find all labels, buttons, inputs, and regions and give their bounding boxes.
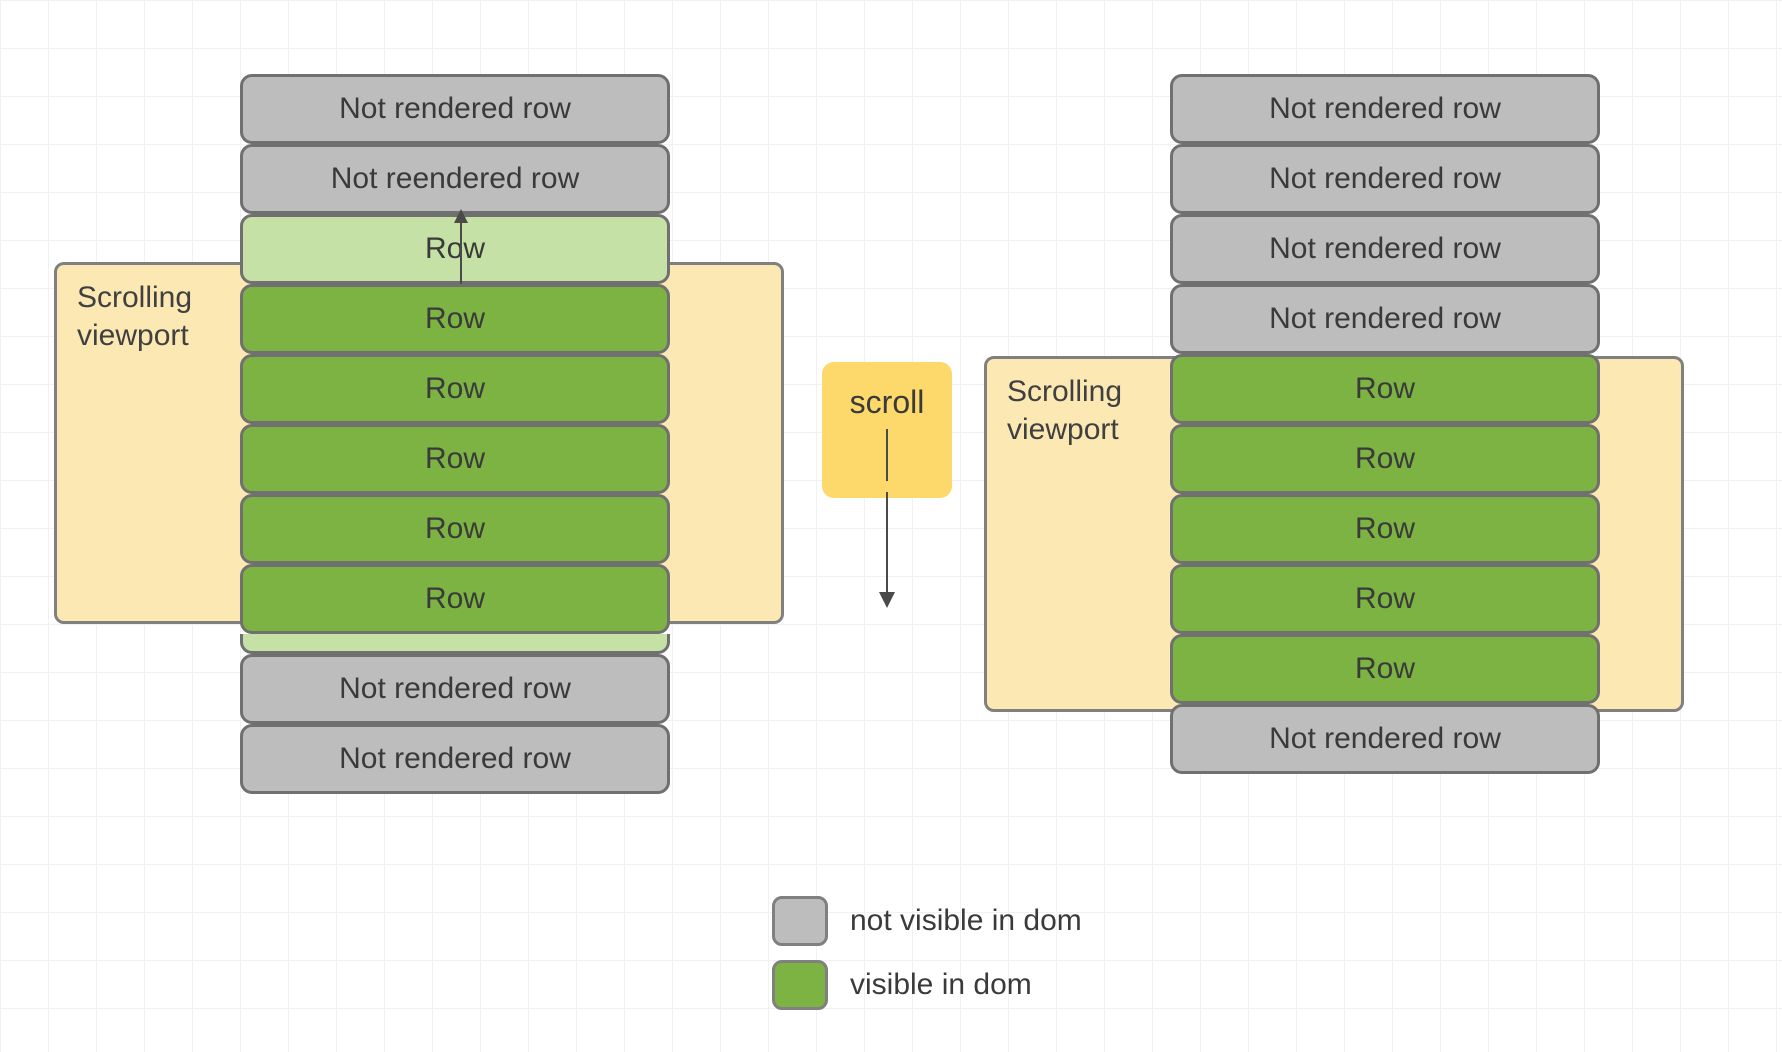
stack-right-row-1: Not rendered row <box>1170 144 1600 214</box>
row-label: Not rendered row <box>339 672 571 706</box>
row-label: Not rendered row <box>1269 162 1501 196</box>
legend: not visible in dom visible in dom <box>772 896 1082 1010</box>
legend-row-visible: visible in dom <box>772 960 1082 1010</box>
stack-left: Not rendered row Not reendered row Row R… <box>240 74 670 794</box>
legend-swatch-gray <box>772 896 828 946</box>
stack-left-row-10: Not rendered row <box>240 724 670 794</box>
stack-right-row-6: Row <box>1170 494 1600 564</box>
row-label: Not rendered row <box>339 92 571 126</box>
legend-visible-label: visible in dom <box>850 968 1032 1002</box>
row-label: Row <box>425 582 485 616</box>
stack-left-row-1: Not reendered row <box>240 144 670 214</box>
row-label: Not rendered row <box>339 742 571 776</box>
row-label: Row <box>425 302 485 336</box>
row-label: Row <box>425 372 485 406</box>
legend-row-not-visible: not visible in dom <box>772 896 1082 946</box>
stack-right: Not rendered row Not rendered row Not re… <box>1170 74 1600 774</box>
stack-right-row-0: Not rendered row <box>1170 74 1600 144</box>
stack-left-row-3: Row <box>240 284 670 354</box>
row-label: Row <box>425 442 485 476</box>
row-label: Not rendered row <box>1269 232 1501 266</box>
legend-swatch-green <box>772 960 828 1010</box>
stack-right-row-8: Row <box>1170 634 1600 704</box>
row-label: Not rendered row <box>1269 92 1501 126</box>
row-label: Row <box>1355 442 1415 476</box>
row-label: Not reendered row <box>331 162 579 196</box>
row-label: Row <box>425 512 485 546</box>
stack-left-row-8-strip <box>240 634 670 654</box>
stack-right-row-4: Row <box>1170 354 1600 424</box>
stack-right-row-7: Row <box>1170 564 1600 634</box>
stack-left-row-9: Not rendered row <box>240 654 670 724</box>
stack-right-row-5: Row <box>1170 424 1600 494</box>
stack-left-row-7: Row <box>240 564 670 634</box>
stack-left-row-6: Row <box>240 494 670 564</box>
scroll-chip: scroll <box>822 362 952 498</box>
stack-left-row-2: Row <box>240 214 670 284</box>
stack-right-row-3: Not rendered row <box>1170 284 1600 354</box>
stack-right-row-2: Not rendered row <box>1170 214 1600 284</box>
row-label: Not rendered row <box>1269 302 1501 336</box>
stack-left-row-4: Row <box>240 354 670 424</box>
stack-right-row-9: Not rendered row <box>1170 704 1600 774</box>
row-label: Not rendered row <box>1269 722 1501 756</box>
scroll-chip-label: scroll <box>850 384 925 421</box>
stack-left-row-5: Row <box>240 424 670 494</box>
row-label: Row <box>1355 582 1415 616</box>
stack-left-row-0: Not rendered row <box>240 74 670 144</box>
row-label: Row <box>1355 652 1415 686</box>
scroll-down-arrow-tail-icon <box>875 492 899 612</box>
scroll-down-arrow-icon <box>875 429 899 493</box>
legend-not-visible-label: not visible in dom <box>850 904 1082 938</box>
row-label: Row <box>1355 512 1415 546</box>
row-label: Row <box>1355 372 1415 406</box>
